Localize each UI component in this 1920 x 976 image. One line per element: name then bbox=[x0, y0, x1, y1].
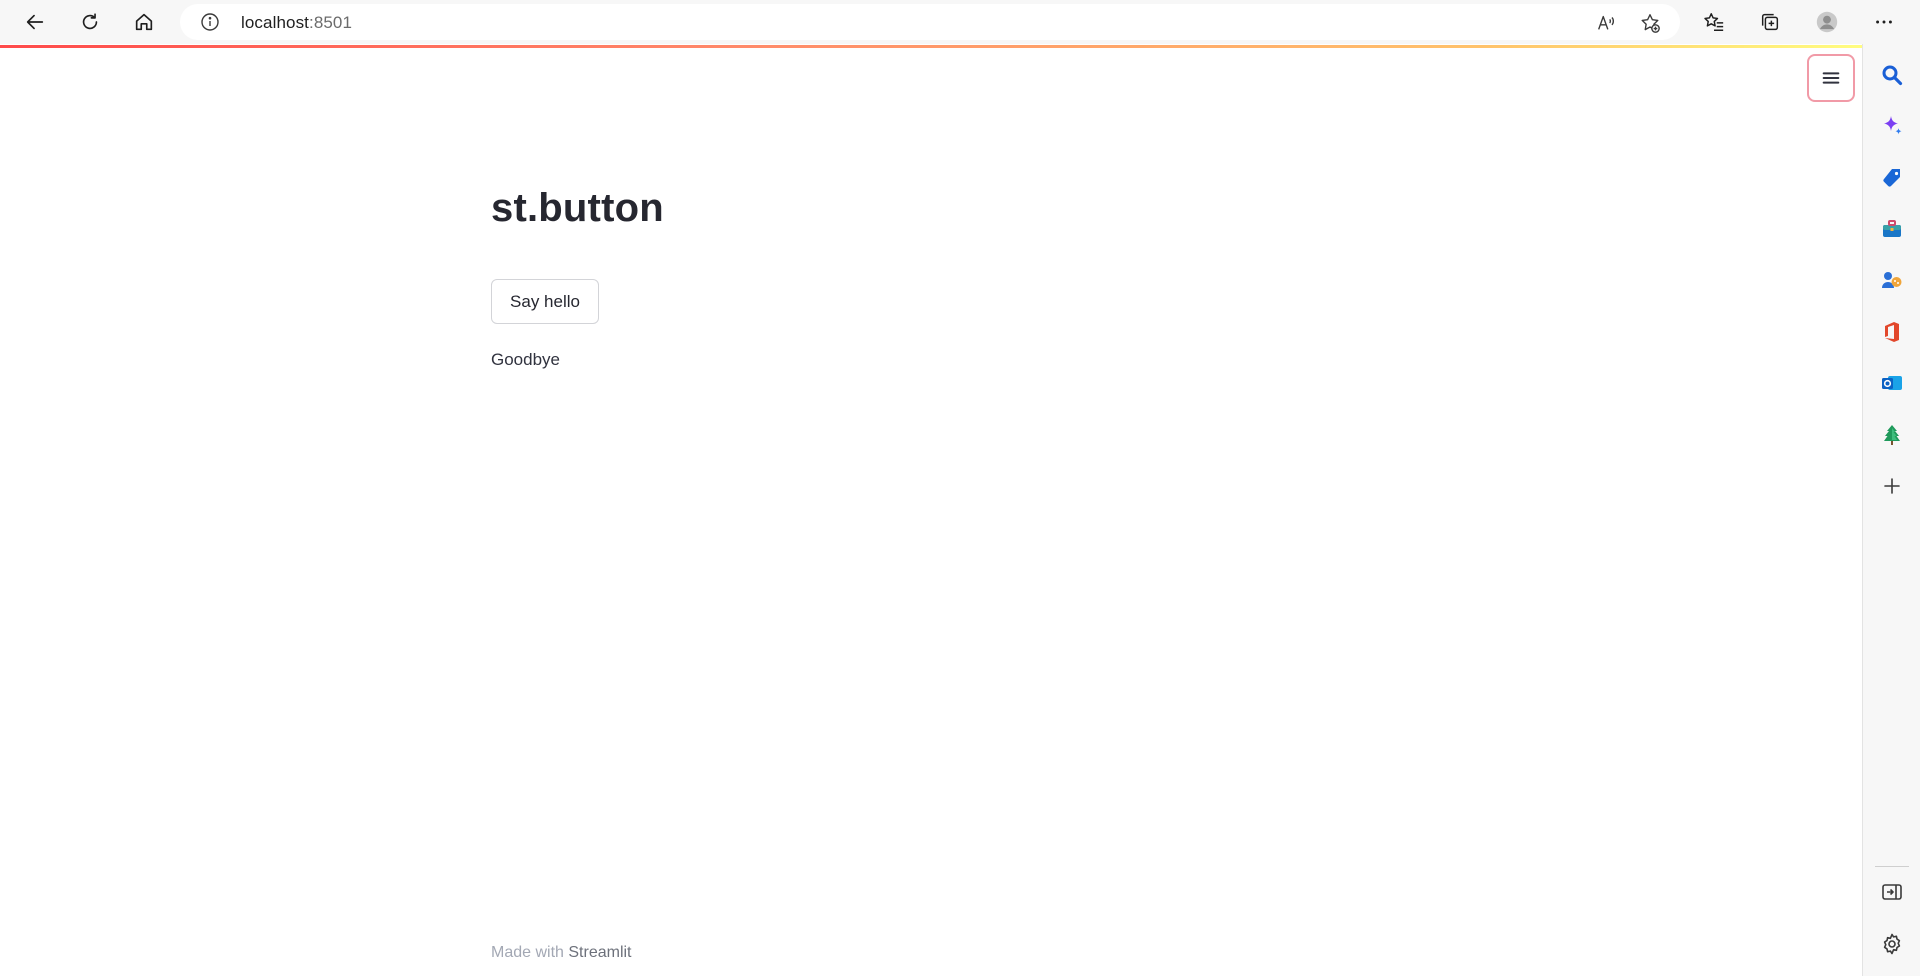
tree-icon[interactable] bbox=[1878, 421, 1906, 449]
url-host: localhost bbox=[241, 13, 309, 32]
main-menu-button[interactable] bbox=[1807, 54, 1855, 102]
more-button[interactable] bbox=[1866, 4, 1902, 40]
profile-avatar-icon bbox=[1816, 11, 1838, 33]
back-button[interactable] bbox=[17, 4, 53, 40]
profile-button[interactable] bbox=[1809, 4, 1845, 40]
add-icon[interactable] bbox=[1878, 472, 1906, 500]
games-icon[interactable] bbox=[1878, 266, 1906, 294]
add-favorite-icon[interactable] bbox=[1637, 10, 1663, 36]
back-arrow-icon bbox=[26, 14, 44, 30]
shopping-icon[interactable] bbox=[1878, 164, 1906, 192]
url-text[interactable]: localhost:8501 bbox=[241, 13, 352, 33]
url-port: :8501 bbox=[309, 13, 353, 32]
page-title: st.button bbox=[491, 186, 664, 230]
settings-icon[interactable] bbox=[1878, 930, 1906, 958]
sidebar-divider bbox=[1875, 866, 1909, 867]
home-button[interactable] bbox=[126, 4, 162, 40]
outlook-icon[interactable] bbox=[1878, 369, 1906, 397]
footer-streamlit-link[interactable]: Streamlit bbox=[568, 944, 631, 961]
search-icon[interactable] bbox=[1878, 61, 1906, 89]
hide-sidebar-icon[interactable] bbox=[1878, 878, 1906, 906]
favorites-button[interactable] bbox=[1696, 4, 1732, 40]
say-hello-button[interactable]: Say hello bbox=[491, 279, 599, 324]
office-icon[interactable] bbox=[1878, 318, 1906, 346]
more-dots-icon bbox=[1876, 20, 1892, 24]
footer: Made with Streamlit bbox=[491, 944, 632, 962]
browser-toolbar: localhost:8501 bbox=[0, 0, 1920, 44]
info-icon[interactable] bbox=[200, 12, 220, 32]
home-icon bbox=[135, 13, 153, 31]
copilot-icon[interactable] bbox=[1878, 112, 1906, 140]
collections-icon bbox=[1761, 13, 1779, 31]
address-bar[interactable]: localhost:8501 bbox=[180, 4, 1680, 40]
read-aloud-icon[interactable] bbox=[1593, 10, 1619, 36]
app-main: st.button Say hello Goodbye Made with St… bbox=[0, 48, 1862, 976]
footer-prefix: Made with bbox=[491, 944, 569, 961]
output-text: Goodbye bbox=[491, 350, 560, 369]
favorites-icon bbox=[1704, 13, 1724, 31]
refresh-icon bbox=[82, 13, 98, 30]
collections-button[interactable] bbox=[1752, 4, 1788, 40]
refresh-button[interactable] bbox=[72, 4, 108, 40]
tools-icon[interactable] bbox=[1878, 215, 1906, 243]
browser-sidebar bbox=[1862, 44, 1920, 976]
hamburger-menu-icon bbox=[1822, 72, 1840, 84]
